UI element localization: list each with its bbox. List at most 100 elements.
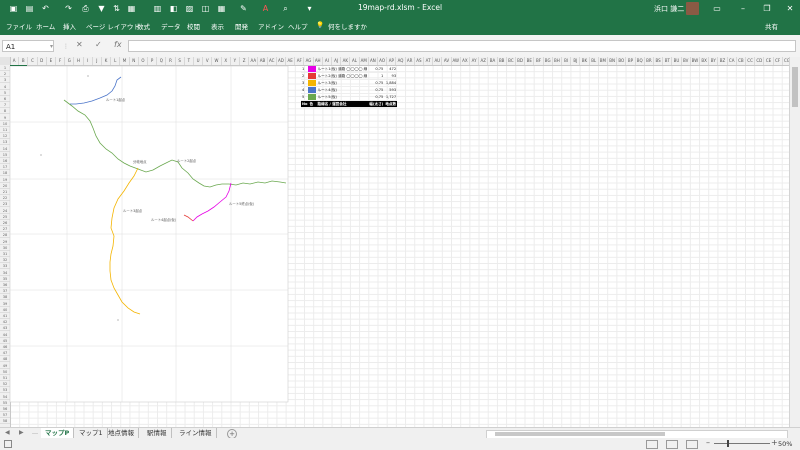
column-header[interactable]: D [38, 57, 47, 65]
column-header[interactable]: I [84, 57, 93, 65]
share-button[interactable]: 共有 [765, 21, 778, 31]
route-map[interactable]: ルート1起点 分岐地点 ルート2起点 ルート3起点 ルート4起点(仮) ルート5… [0, 66, 290, 403]
column-header[interactable]: V [203, 57, 213, 65]
column-header[interactable]: F [56, 57, 66, 65]
column-header[interactable]: AY [470, 57, 480, 65]
user-name[interactable]: 浜口 謙二 [654, 4, 684, 14]
column-header[interactable]: L [111, 57, 121, 65]
tab-home[interactable]: ホーム [36, 21, 55, 31]
column-header[interactable]: A [10, 57, 20, 65]
tab-page-layout[interactable]: ページ レイアウト [86, 21, 140, 31]
column-header[interactable]: X [222, 57, 231, 65]
column-header[interactable]: BD [516, 57, 526, 65]
row-header[interactable]: 56 [0, 406, 10, 412]
enter-icon[interactable]: ✓ [95, 40, 102, 49]
zoom-slider[interactable] [714, 440, 770, 447]
column-header[interactable]: AC [268, 57, 277, 65]
next-sheet-icon[interactable]: ▶ [19, 429, 24, 436]
close-icon[interactable]: ✕ [784, 3, 796, 14]
column-header[interactable]: BI [562, 57, 572, 65]
tab-formulas[interactable]: 数式 [137, 21, 150, 31]
normal-view-button[interactable] [646, 440, 658, 449]
more-sheets-icon[interactable]: … [32, 429, 38, 436]
prev-sheet-icon[interactable]: ◀ [5, 429, 10, 436]
sheet-tab-points[interactable]: 地点情報 [104, 428, 139, 438]
tab-view[interactable]: 表示 [211, 21, 224, 31]
formula-input[interactable] [128, 40, 796, 52]
column-header[interactable]: BR [645, 57, 654, 65]
column-header[interactable]: BZ [718, 57, 728, 65]
column-header[interactable]: BO [617, 57, 627, 65]
column-header[interactable]: AG [304, 57, 314, 65]
column-header[interactable]: AA [249, 57, 259, 65]
tab-file[interactable]: ファイル [6, 21, 32, 31]
column-header[interactable]: CC [746, 57, 756, 65]
horizontal-scroll-thumb[interactable] [495, 432, 665, 436]
column-header[interactable]: BK [580, 57, 590, 65]
zoom-out-icon[interactable]: – [706, 438, 710, 447]
page-layout-view-button[interactable] [666, 440, 678, 449]
row-header[interactable]: 57 [0, 412, 10, 419]
vertical-scrollbar[interactable] [789, 57, 800, 427]
column-header[interactable]: R [166, 57, 176, 65]
column-header[interactable]: N [130, 57, 139, 65]
tab-developer[interactable]: 開発 [235, 21, 248, 31]
column-header[interactable]: U [194, 57, 204, 65]
column-header[interactable]: Q [157, 57, 167, 65]
column-header[interactable]: J [93, 57, 102, 65]
cancel-icon[interactable]: ✕ [76, 40, 83, 49]
column-header[interactable]: AB [258, 57, 268, 65]
column-header[interactable]: BG [544, 57, 553, 65]
column-header[interactable]: AN [369, 57, 378, 65]
column-header[interactable]: AS [415, 57, 424, 65]
column-header[interactable]: M [120, 57, 130, 65]
vertical-scroll-thumb[interactable] [792, 67, 798, 107]
column-header[interactable]: AX [461, 57, 470, 65]
sheet-tab-lines[interactable]: ライン情報 [175, 428, 217, 438]
column-header[interactable]: AF [295, 57, 305, 65]
column-header[interactable]: BY [709, 57, 719, 65]
column-header[interactable]: BJ [571, 57, 581, 65]
column-header[interactable]: AT [424, 57, 434, 65]
column-header[interactable]: CA [728, 57, 737, 65]
column-header[interactable]: E [47, 57, 56, 65]
column-header[interactable]: BC [507, 57, 516, 65]
insert-function-icon[interactable]: fx [114, 40, 122, 49]
column-header[interactable]: Z [240, 57, 250, 65]
column-header[interactable]: AM [360, 57, 369, 65]
column-header[interactable]: BM [599, 57, 608, 65]
worksheet-grid[interactable]: A B C D E F G H I J K L M N O P Q R S T U V W X Y Z AA AB AC AD AE AF AG… [0, 57, 789, 427]
column-header[interactable]: BX [700, 57, 710, 65]
zoom-in-icon[interactable]: + [771, 438, 778, 447]
name-box[interactable]: A1 [2, 40, 54, 52]
column-header[interactable]: W [212, 57, 222, 65]
row-header[interactable]: 58 [0, 418, 10, 425]
column-header[interactable]: CE [764, 57, 774, 65]
tab-addins[interactable]: アドイン [258, 21, 284, 31]
column-header[interactable]: CB [737, 57, 746, 65]
column-header[interactable]: BS [654, 57, 664, 65]
column-header[interactable]: K [102, 57, 112, 65]
column-header[interactable]: AK [341, 57, 351, 65]
macro-record-icon[interactable] [4, 440, 12, 448]
column-header[interactable]: AO [378, 57, 388, 65]
tab-review[interactable]: 校閲 [187, 21, 200, 31]
column-header[interactable]: AV [442, 57, 452, 65]
column-header[interactable]: BT [663, 57, 673, 65]
column-header[interactable]: Y [231, 57, 240, 65]
column-header[interactable]: AQ [396, 57, 406, 65]
tab-insert[interactable]: 挿入 [63, 21, 76, 31]
column-header[interactable]: BV [682, 57, 691, 65]
zoom-slider-knob[interactable] [727, 440, 729, 447]
ribbon-display-icon[interactable]: ▭ [711, 3, 723, 14]
column-header[interactable]: BA [488, 57, 498, 65]
column-header[interactable]: AL [350, 57, 360, 65]
column-header[interactable]: C [28, 57, 38, 65]
zoom-level[interactable]: 50% [778, 440, 792, 448]
column-header[interactable]: BN [608, 57, 618, 65]
page-break-view-button[interactable] [686, 440, 698, 449]
column-header[interactable]: BP [626, 57, 636, 65]
sheet-tab-map1[interactable]: マップ1 [75, 428, 108, 438]
column-header[interactable]: AE [286, 57, 296, 65]
column-header[interactable]: BH [553, 57, 562, 65]
